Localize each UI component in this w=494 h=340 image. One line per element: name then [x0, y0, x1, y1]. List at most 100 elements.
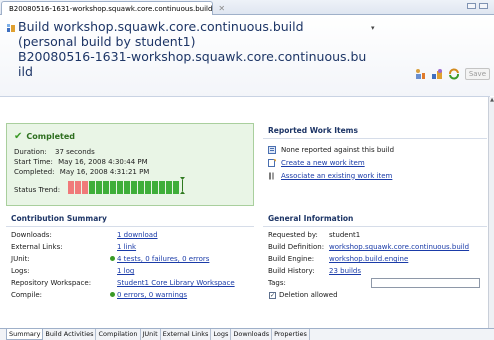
title-line: B20080516-1631-workshop.squawk.core.cont…	[18, 49, 367, 64]
duration-row: Duration: 37 seconds	[14, 148, 95, 156]
downloads-link[interactable]: 1 download	[117, 231, 158, 239]
info-row: Requested by: student1	[263, 231, 487, 243]
status-trend-bar	[124, 181, 130, 194]
contribution-row: Compile: 0 errors, 0 warnings	[6, 291, 254, 303]
header-divider	[0, 96, 490, 97]
page-tab-properties[interactable]: Properties	[272, 329, 310, 340]
status-trend-bar	[159, 181, 165, 194]
page-tab-downloads[interactable]: Downloads	[231, 329, 273, 340]
compile-link[interactable]: 0 errors, 0 warnings	[117, 291, 187, 299]
contribution-row: Downloads: 1 download	[6, 231, 254, 243]
refresh-icon[interactable]	[448, 68, 460, 80]
build-result-icon	[7, 24, 15, 32]
requested-by-label: Requested by:	[268, 231, 318, 239]
build-definition-link[interactable]: workshop.squawk.core.continuous.build	[329, 243, 469, 251]
status-trend-bar	[152, 181, 158, 194]
link-work-item-icon	[269, 172, 274, 179]
editor-tab-label: B20080516-1631-workshop.squawk.core.cont…	[9, 4, 213, 13]
duration-label: Duration:	[14, 148, 47, 156]
general-information-section: General Information Requested by: studen…	[263, 211, 487, 303]
close-icon[interactable]: ✕	[218, 4, 225, 13]
status-trend-current-marker-icon	[180, 177, 185, 194]
info-row: Build Engine: workshop.build.engine	[263, 255, 487, 267]
requested-by-value: student1	[329, 231, 361, 239]
status-trend-chart[interactable]	[68, 177, 185, 194]
duration-value: 37 seconds	[55, 148, 95, 156]
page-tab-junit[interactable]: JUnit	[141, 329, 161, 340]
page-tab-compilation[interactable]: Compilation	[96, 329, 141, 340]
status-trend-bar	[89, 181, 95, 194]
external-links-label: External Links:	[11, 243, 63, 251]
page-tab-logs[interactable]: Logs	[211, 329, 232, 340]
start-time-row: Start Time: May 16, 2008 4:30:44 PM	[14, 158, 148, 166]
build-history-label: Build History:	[268, 267, 315, 275]
vertical-scrollbar[interactable]: ▲ ▼	[488, 97, 494, 340]
create-work-item-row[interactable]: Create a new work item	[263, 155, 487, 168]
header-toolbar: Save	[414, 68, 490, 80]
status-trend-bar	[75, 181, 81, 194]
title-line: Build workshop.squawk.core.continuous.bu…	[18, 19, 304, 34]
no-work-items-row: None reported against this build	[263, 142, 487, 155]
logs-label: Logs:	[11, 267, 30, 275]
success-status-icon	[110, 256, 115, 261]
build-engine-link[interactable]: workshop.build.engine	[329, 255, 408, 263]
status-trend-label: Status Trend:	[14, 186, 61, 194]
status-trend-bar	[68, 181, 74, 194]
tags-input[interactable]	[371, 278, 480, 288]
status-trend-bar	[166, 181, 172, 194]
deletion-allowed-checkbox[interactable]: ✓	[269, 292, 276, 299]
minimize-icon[interactable]	[467, 3, 476, 9]
status-trend-bar	[96, 181, 102, 194]
completed-time-row: Completed: May 16, 2008 4:31:21 PM	[14, 168, 149, 176]
create-work-item-link[interactable]: Create a new work item	[281, 159, 365, 167]
section-heading: General Information	[263, 211, 487, 227]
status-trend-bar	[103, 181, 109, 194]
reported-work-items-section: Reported Work Items None reported agains…	[263, 123, 487, 181]
checkmark-icon: ✔	[14, 131, 23, 142]
completed-time-value: May 16, 2008 4:31:21 PM	[59, 168, 150, 176]
header-menu-chevron-icon[interactable]: ▾	[371, 24, 375, 32]
status-trend-bar	[82, 181, 88, 194]
compile-label: Compile:	[11, 291, 42, 299]
status-title: Completed	[26, 132, 75, 141]
info-row: Tags:	[263, 278, 487, 291]
editor-tab[interactable]: B20080516-1631-workshop.squawk.core.cont…	[1, 1, 225, 15]
editor-tab-strip: B20080516-1631-workshop.squawk.core.cont…	[0, 0, 494, 15]
tags-label: Tags:	[268, 279, 286, 287]
section-heading: Contribution Summary	[6, 211, 254, 227]
repository-workspace-label: Repository Workspace:	[11, 279, 92, 287]
contribution-row: Logs: 1 log	[6, 267, 254, 279]
request-build-icon[interactable]	[431, 68, 443, 80]
build-status-panel: ✔ Completed Duration: 37 seconds Start T…	[6, 123, 254, 206]
work-item-icon	[268, 145, 276, 154]
contribution-row: External Links: 1 link	[6, 243, 254, 255]
associate-work-item-link[interactable]: Associate an existing work item	[281, 172, 392, 180]
page-tab-build-activities[interactable]: Build Activities	[43, 329, 97, 340]
status-trend-bar	[117, 181, 123, 194]
repository-workspace-link[interactable]: Student1 Core Library Workspace	[117, 279, 235, 287]
contribution-summary-section: Contribution Summary Downloads: 1 downlo…	[6, 211, 254, 303]
section-heading: Reported Work Items	[263, 123, 487, 139]
page-tab-external-links[interactable]: External Links	[161, 329, 212, 340]
associate-work-item-row[interactable]: Associate an existing work item	[263, 168, 487, 181]
external-links-link[interactable]: 1 link	[117, 243, 136, 251]
status-trend-bar	[173, 181, 179, 194]
junit-link[interactable]: 4 tests, 0 failures, 0 errors	[117, 255, 209, 263]
status-trend-bar	[138, 181, 144, 194]
build-definition-label: Build Definition:	[268, 243, 325, 251]
start-time-value: May 16, 2008 4:30:44 PM	[58, 158, 148, 166]
maximize-icon[interactable]	[479, 3, 488, 9]
build-history-link[interactable]: 23 builds	[329, 267, 361, 275]
save-button[interactable]: Save	[464, 68, 490, 80]
page-tab-summary[interactable]: Summary	[6, 329, 44, 340]
scroll-up-icon[interactable]: ▲	[489, 97, 494, 104]
start-time-label: Start Time:	[14, 158, 53, 166]
info-row: Build Definition: workshop.squawk.core.c…	[263, 243, 487, 255]
success-status-icon	[110, 292, 115, 297]
status-trend-bar	[145, 181, 151, 194]
title-line: ild	[18, 64, 33, 79]
person-build-icon[interactable]	[414, 68, 426, 80]
title-line: (personal build by student1)	[18, 34, 196, 49]
contribution-row: JUnit: 4 tests, 0 failures, 0 errors	[6, 255, 254, 267]
logs-link[interactable]: 1 log	[117, 267, 134, 275]
